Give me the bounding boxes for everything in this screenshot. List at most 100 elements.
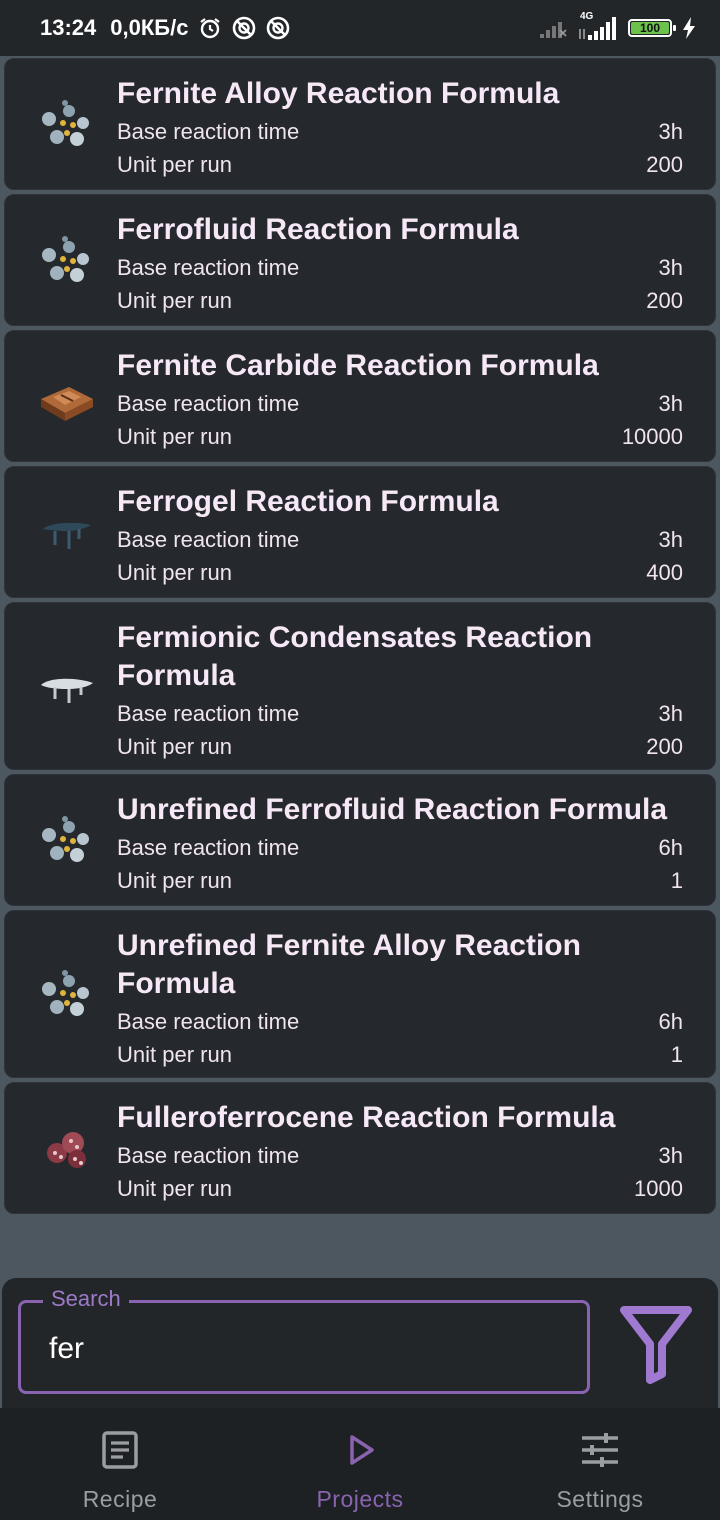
units-row: Unit per run 200 (117, 148, 683, 181)
recipe-card[interactable]: Unrefined Fernite Alloy Reaction Formula… (4, 910, 716, 1078)
units-label: Unit per run (117, 734, 232, 759)
base-time-label: Base reaction time (117, 527, 300, 552)
recipe-card[interactable]: Unrefined Ferrofluid Reaction Formula Ba… (4, 774, 716, 906)
base-time-value: 6h (658, 1009, 683, 1034)
recipe-title: Fulleroferrocene Reaction Formula (117, 1101, 616, 1134)
recipe-card[interactable]: Fulleroferrocene Reaction Formula Base r… (4, 1082, 716, 1214)
search-field[interactable]: Search (18, 1286, 590, 1394)
units-row: Unit per run 1 (117, 1038, 683, 1071)
base-time-label: Base reaction time (117, 1143, 300, 1168)
units-label: Unit per run (117, 152, 232, 177)
recipe-card[interactable]: Fermionic Condensates Reaction Formula B… (4, 602, 716, 770)
units-value: 200 (646, 734, 683, 759)
nav-item-settings[interactable]: Settings (480, 1408, 720, 1520)
battery-level: 100 (639, 21, 661, 35)
units-label: Unit per run (117, 1176, 232, 1201)
recipe-title: Fernite Carbide Reaction Formula (117, 349, 599, 382)
recipe-title: Unrefined Ferrofluid Reaction Formula (117, 793, 668, 826)
recipe-title: Ferrofluid Reaction Formula (117, 213, 519, 246)
base-time-row: Base reaction time 6h (117, 1005, 683, 1038)
units-value: 1 (670, 1042, 683, 1067)
molecule-icon (42, 100, 89, 146)
bottom-nav: Recipe Projects Settings (0, 1408, 720, 1520)
carbide-block-icon (41, 387, 93, 421)
base-time-label: Base reaction time (117, 255, 300, 280)
charging-icon (683, 17, 695, 39)
nav-item-recipe[interactable]: Recipe (0, 1408, 240, 1520)
search-panel: Search (2, 1278, 718, 1408)
signal-icon (579, 17, 616, 40)
signal-icon (540, 22, 567, 38)
nav-label-projects: Projects (316, 1486, 404, 1512)
base-time-value: 3h (658, 527, 683, 552)
units-value: 200 (646, 288, 683, 313)
molecule-icon (42, 970, 89, 1016)
molecule-icon (42, 236, 89, 282)
status-network-speed: 0,0КБ/с (110, 15, 189, 40)
units-label: Unit per run (117, 868, 232, 893)
units-value: 200 (646, 152, 683, 177)
molecule-icon (42, 816, 89, 862)
search-input[interactable] (49, 1329, 549, 1369)
filter-icon[interactable] (618, 1304, 694, 1384)
play-icon (350, 1435, 374, 1465)
base-time-row: Base reaction time 3h (117, 523, 683, 556)
units-value: 400 (646, 560, 683, 585)
blocked-icon (233, 16, 256, 40)
status-bar: 13:24 0,0КБ/с 4G 100 (0, 0, 720, 56)
base-time-label: Base reaction time (117, 701, 300, 726)
base-time-value: 3h (658, 1143, 683, 1168)
sliders-icon (582, 1433, 618, 1467)
search-label: Search (43, 1286, 129, 1312)
nav-item-projects[interactable]: Projects (240, 1408, 480, 1520)
units-value: 10000 (621, 424, 683, 449)
units-row: Unit per run 1000 (117, 1172, 683, 1205)
base-time-row: Base reaction time 3h (117, 697, 683, 730)
units-row: Unit per run 200 (117, 284, 683, 317)
nav-label-settings: Settings (556, 1486, 644, 1512)
base-time-value: 3h (658, 391, 683, 416)
recipe-title: Fermionic Condensates Reaction Formula (117, 621, 593, 692)
gel-light-icon (41, 678, 93, 703)
base-time-value: 3h (658, 255, 683, 280)
recipe-icon (102, 1431, 138, 1469)
base-time-value: 3h (658, 119, 683, 144)
units-label: Unit per run (117, 560, 232, 585)
base-time-value: 6h (658, 835, 683, 860)
units-row: Unit per run 1 (117, 864, 683, 897)
units-row: Unit per run 400 (117, 556, 683, 589)
base-time-row: Base reaction time 6h (117, 831, 683, 864)
recipe-list: Fernite Alloy Reaction Formula Base reac… (4, 58, 716, 1218)
base-time-row: Base reaction time 3h (117, 251, 683, 284)
gel-dark-icon (43, 522, 91, 549)
units-row: Unit per run 10000 (117, 420, 683, 453)
base-time-row: Base reaction time 3h (117, 115, 683, 148)
base-time-label: Base reaction time (117, 835, 300, 860)
units-value: 1000 (634, 1176, 683, 1201)
recipe-card[interactable]: Fernite Carbide Reaction Formula Base re… (4, 330, 716, 462)
base-time-row: Base reaction time 3h (117, 1139, 683, 1172)
recipe-card[interactable]: Fernite Alloy Reaction Formula Base reac… (4, 58, 716, 190)
nav-label-recipe: Recipe (82, 1486, 158, 1512)
base-time-row: Base reaction time 3h (117, 387, 683, 420)
base-time-value: 3h (658, 701, 683, 726)
battery-icon: 100 (628, 19, 676, 37)
blocked-icon (267, 16, 290, 40)
units-label: Unit per run (117, 424, 232, 449)
recipe-title: Fernite Alloy Reaction Formula (117, 77, 560, 110)
base-time-label: Base reaction time (117, 391, 300, 416)
recipe-title: Ferrogel Reaction Formula (117, 485, 499, 518)
recipe-card[interactable]: Ferrofluid Reaction Formula Base reactio… (4, 194, 716, 326)
recipe-card[interactable]: Ferrogel Reaction Formula Base reaction … (4, 466, 716, 598)
status-time: 13:24 (40, 15, 97, 40)
units-row: Unit per run 200 (117, 730, 683, 763)
signal-4g: 4G (578, 11, 618, 41)
fullerene-cluster-icon (47, 1132, 86, 1168)
alarm-icon (200, 18, 221, 39)
units-label: Unit per run (117, 1042, 232, 1067)
base-time-label: Base reaction time (117, 119, 300, 144)
recipe-title: Unrefined Fernite Alloy Reaction Formula (117, 929, 581, 1000)
base-time-label: Base reaction time (117, 1009, 300, 1034)
units-label: Unit per run (117, 288, 232, 313)
units-value: 1 (670, 868, 683, 893)
